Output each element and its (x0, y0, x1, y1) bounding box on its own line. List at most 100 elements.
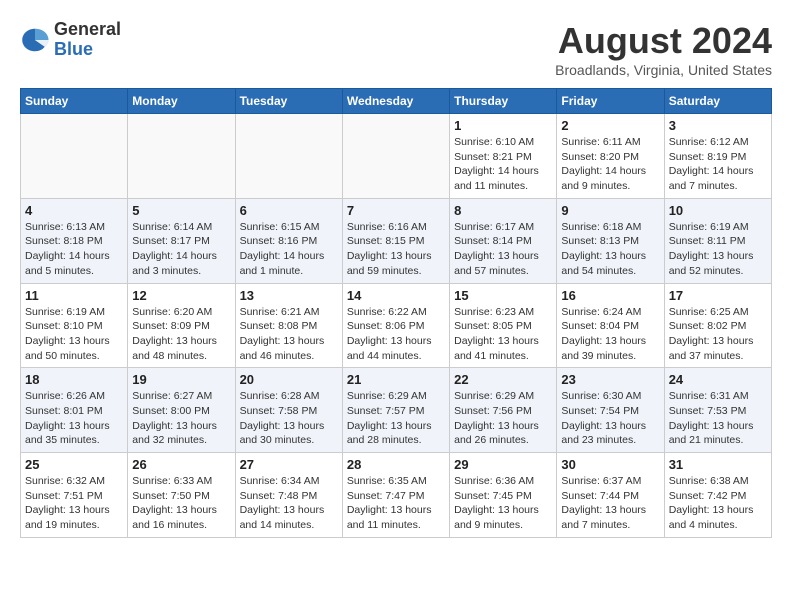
day-info: Sunrise: 6:32 AM Sunset: 7:51 PM Dayligh… (25, 474, 123, 533)
day-info: Sunrise: 6:18 AM Sunset: 8:13 PM Dayligh… (561, 220, 659, 279)
day-info: Sunrise: 6:21 AM Sunset: 8:08 PM Dayligh… (240, 305, 338, 364)
calendar-cell: 4 Sunrise: 6:13 AM Sunset: 8:18 PM Daylig… (21, 198, 128, 283)
day-info: Sunrise: 6:20 AM Sunset: 8:09 PM Dayligh… (132, 305, 230, 364)
day-number: 1 (454, 118, 552, 133)
calendar-cell: 20 Sunrise: 6:28 AM Sunset: 7:58 PM Dayli… (235, 368, 342, 453)
day-number: 24 (669, 372, 767, 387)
calendar-cell: 13 Sunrise: 6:21 AM Sunset: 8:08 PM Dayli… (235, 283, 342, 368)
calendar-cell (21, 114, 128, 199)
calendar-cell: 1 Sunrise: 6:10 AM Sunset: 8:21 PM Daylig… (450, 114, 557, 199)
day-number: 29 (454, 457, 552, 472)
calendar-cell: 18 Sunrise: 6:26 AM Sunset: 8:01 PM Dayli… (21, 368, 128, 453)
day-number: 28 (347, 457, 445, 472)
day-number: 26 (132, 457, 230, 472)
day-info: Sunrise: 6:11 AM Sunset: 8:20 PM Dayligh… (561, 135, 659, 194)
day-info: Sunrise: 6:14 AM Sunset: 8:17 PM Dayligh… (132, 220, 230, 279)
day-info: Sunrise: 6:23 AM Sunset: 8:05 PM Dayligh… (454, 305, 552, 364)
day-info: Sunrise: 6:28 AM Sunset: 7:58 PM Dayligh… (240, 389, 338, 448)
day-number: 30 (561, 457, 659, 472)
title-section: August 2024 Broadlands, Virginia, United… (555, 20, 772, 78)
day-info: Sunrise: 6:38 AM Sunset: 7:42 PM Dayligh… (669, 474, 767, 533)
day-info: Sunrise: 6:15 AM Sunset: 8:16 PM Dayligh… (240, 220, 338, 279)
day-info: Sunrise: 6:25 AM Sunset: 8:02 PM Dayligh… (669, 305, 767, 364)
day-info: Sunrise: 6:27 AM Sunset: 8:00 PM Dayligh… (132, 389, 230, 448)
week-row-3: 11 Sunrise: 6:19 AM Sunset: 8:10 PM Dayli… (21, 283, 772, 368)
day-info: Sunrise: 6:36 AM Sunset: 7:45 PM Dayligh… (454, 474, 552, 533)
week-row-1: 1 Sunrise: 6:10 AM Sunset: 8:21 PM Daylig… (21, 114, 772, 199)
day-number: 8 (454, 203, 552, 218)
day-header-monday: Monday (128, 89, 235, 114)
day-info: Sunrise: 6:24 AM Sunset: 8:04 PM Dayligh… (561, 305, 659, 364)
day-number: 10 (669, 203, 767, 218)
calendar-cell: 29 Sunrise: 6:36 AM Sunset: 7:45 PM Dayli… (450, 453, 557, 538)
day-number: 3 (669, 118, 767, 133)
day-info: Sunrise: 6:19 AM Sunset: 8:11 PM Dayligh… (669, 220, 767, 279)
day-number: 9 (561, 203, 659, 218)
month-title: August 2024 (555, 20, 772, 62)
day-header-sunday: Sunday (21, 89, 128, 114)
calendar-cell: 27 Sunrise: 6:34 AM Sunset: 7:48 PM Dayli… (235, 453, 342, 538)
calendar-cell: 19 Sunrise: 6:27 AM Sunset: 8:00 PM Dayli… (128, 368, 235, 453)
day-number: 4 (25, 203, 123, 218)
calendar-cell: 9 Sunrise: 6:18 AM Sunset: 8:13 PM Daylig… (557, 198, 664, 283)
calendar-cell: 24Sunrise: 6:31 AM Sunset: 7:53 PM Dayli… (664, 368, 771, 453)
logo: General Blue (20, 20, 121, 60)
page-header: General Blue August 2024 Broadlands, Vir… (20, 20, 772, 78)
calendar-cell: 23Sunrise: 6:30 AM Sunset: 7:54 PM Dayli… (557, 368, 664, 453)
calendar-cell (342, 114, 449, 199)
day-info: Sunrise: 6:19 AM Sunset: 8:10 PM Dayligh… (25, 305, 123, 364)
day-number: 19 (132, 372, 230, 387)
day-number: 14 (347, 288, 445, 303)
calendar-cell: 15 Sunrise: 6:23 AM Sunset: 8:05 PM Dayli… (450, 283, 557, 368)
calendar-cell: 28 Sunrise: 6:35 AM Sunset: 7:47 PM Dayli… (342, 453, 449, 538)
day-header-tuesday: Tuesday (235, 89, 342, 114)
day-number: 20 (240, 372, 338, 387)
day-info: Sunrise: 6:29 AM Sunset: 7:56 PM Dayligh… (454, 389, 552, 448)
day-info: Sunrise: 6:17 AM Sunset: 8:14 PM Dayligh… (454, 220, 552, 279)
day-number: 11 (25, 288, 123, 303)
day-header-thursday: Thursday (450, 89, 557, 114)
logo-general: General (54, 20, 121, 40)
day-number: 18 (25, 372, 123, 387)
calendar-cell: 31 Sunrise: 6:38 AM Sunset: 7:42 PM Dayli… (664, 453, 771, 538)
week-row-5: 25Sunrise: 6:32 AM Sunset: 7:51 PM Dayli… (21, 453, 772, 538)
day-header-friday: Friday (557, 89, 664, 114)
day-number: 13 (240, 288, 338, 303)
day-number: 17 (669, 288, 767, 303)
day-number: 12 (132, 288, 230, 303)
day-number: 31 (669, 457, 767, 472)
day-info: Sunrise: 6:37 AM Sunset: 7:44 PM Dayligh… (561, 474, 659, 533)
day-info: Sunrise: 6:10 AM Sunset: 8:21 PM Dayligh… (454, 135, 552, 194)
day-info: Sunrise: 6:22 AM Sunset: 8:06 PM Dayligh… (347, 305, 445, 364)
day-info: Sunrise: 6:26 AM Sunset: 8:01 PM Dayligh… (25, 389, 123, 448)
day-header-saturday: Saturday (664, 89, 771, 114)
calendar-cell: 25Sunrise: 6:32 AM Sunset: 7:51 PM Dayli… (21, 453, 128, 538)
calendar: SundayMondayTuesdayWednesdayThursdayFrid… (20, 88, 772, 538)
day-info: Sunrise: 6:13 AM Sunset: 8:18 PM Dayligh… (25, 220, 123, 279)
calendar-cell: 7Sunrise: 6:16 AM Sunset: 8:15 PM Daylig… (342, 198, 449, 283)
calendar-cell (235, 114, 342, 199)
day-info: Sunrise: 6:33 AM Sunset: 7:50 PM Dayligh… (132, 474, 230, 533)
day-info: Sunrise: 6:34 AM Sunset: 7:48 PM Dayligh… (240, 474, 338, 533)
location: Broadlands, Virginia, United States (555, 62, 772, 78)
day-info: Sunrise: 6:12 AM Sunset: 8:19 PM Dayligh… (669, 135, 767, 194)
logo-icon (20, 25, 50, 55)
day-number: 6 (240, 203, 338, 218)
calendar-cell: 26 Sunrise: 6:33 AM Sunset: 7:50 PM Dayli… (128, 453, 235, 538)
day-number: 7 (347, 203, 445, 218)
day-info: Sunrise: 6:30 AM Sunset: 7:54 PM Dayligh… (561, 389, 659, 448)
calendar-cell: 11 Sunrise: 6:19 AM Sunset: 8:10 PM Dayli… (21, 283, 128, 368)
calendar-cell: 14 Sunrise: 6:22 AM Sunset: 8:06 PM Dayli… (342, 283, 449, 368)
week-row-4: 18 Sunrise: 6:26 AM Sunset: 8:01 PM Dayli… (21, 368, 772, 453)
day-number: 5 (132, 203, 230, 218)
day-number: 21 (347, 372, 445, 387)
calendar-cell: 8 Sunrise: 6:17 AM Sunset: 8:14 PM Daylig… (450, 198, 557, 283)
day-number: 2 (561, 118, 659, 133)
calendar-cell: 21Sunrise: 6:29 AM Sunset: 7:57 PM Dayli… (342, 368, 449, 453)
day-number: 15 (454, 288, 552, 303)
logo-text: General Blue (54, 20, 121, 60)
day-info: Sunrise: 6:35 AM Sunset: 7:47 PM Dayligh… (347, 474, 445, 533)
day-number: 16 (561, 288, 659, 303)
calendar-cell: 3 Sunrise: 6:12 AM Sunset: 8:19 PM Daylig… (664, 114, 771, 199)
day-number: 27 (240, 457, 338, 472)
